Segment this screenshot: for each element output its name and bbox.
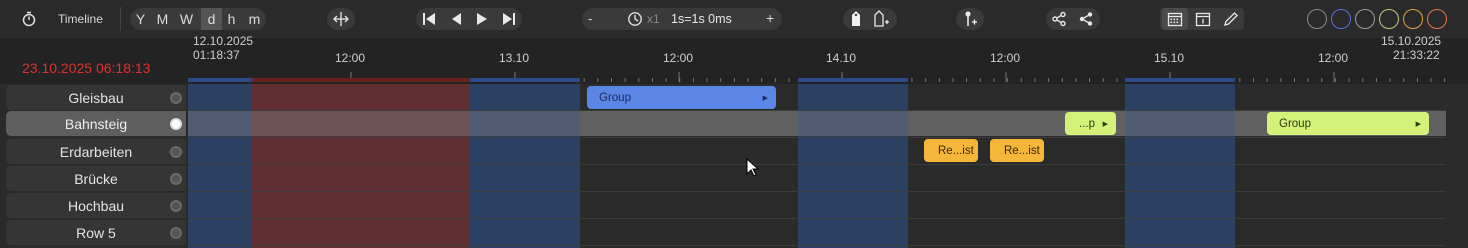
pin-add-icon[interactable] (959, 7, 981, 31)
share-icon[interactable] (1048, 7, 1070, 31)
tick-label: 12:00 (1318, 51, 1349, 65)
current-time: 23.10.2025 06:18:13 (22, 60, 151, 76)
row-visibility-toggle[interactable] (170, 227, 182, 239)
zoom-hour-button[interactable]: h (221, 8, 242, 30)
row-visibility-toggle[interactable] (170, 118, 182, 130)
pencil-icon[interactable] (1220, 7, 1242, 31)
color-circle-4[interactable] (1379, 9, 1399, 29)
selection-strip (252, 78, 470, 82)
zoom-minute-button[interactable]: m (244, 8, 265, 30)
row-label: Brücke (6, 166, 186, 191)
row-visibility-toggle[interactable] (170, 200, 182, 212)
clock-icon (624, 7, 646, 31)
color-circle-1[interactable] (1307, 9, 1327, 29)
item-label: Group (1279, 117, 1311, 130)
mouse-cursor-icon (746, 158, 760, 177)
tag-icon[interactable] (845, 7, 867, 31)
item-label: ...p (1079, 117, 1095, 130)
highlight-band (252, 84, 470, 248)
row-label: Erdarbeiten (6, 139, 186, 164)
expand-arrow-icon[interactable]: ▶ (763, 94, 768, 102)
weekend-band (188, 84, 252, 248)
zoom-day-button[interactable]: d (201, 8, 222, 30)
share-add-icon[interactable] (1075, 7, 1097, 31)
range-end-date: 15.10.2025 (1381, 34, 1442, 48)
zoom-week-button[interactable]: W (176, 8, 197, 30)
row-label: Gleisbau (6, 85, 186, 110)
zoom-month-button[interactable]: M (152, 8, 173, 30)
item-label: Group (599, 91, 631, 104)
color-circle-5[interactable] (1403, 9, 1423, 29)
range-start-time: 01:18:37 (193, 48, 240, 62)
range-start-date: 12.10.2025 (193, 34, 254, 48)
row-divider (188, 218, 1446, 219)
color-circle-2[interactable] (1331, 9, 1351, 29)
speed-decrease-button[interactable]: - (588, 11, 592, 26)
step-back-icon[interactable] (445, 7, 467, 31)
color-circle-6[interactable] (1427, 9, 1447, 29)
timeline-item-group-truncated[interactable]: ...p ▶ (1065, 112, 1116, 135)
timeline-item[interactable]: Re...ist (924, 139, 978, 162)
weekend-band (798, 84, 908, 248)
range-end-time: 21:33:22 (1393, 48, 1440, 62)
color-circle-3[interactable] (1355, 9, 1375, 29)
row-divider (188, 164, 1446, 165)
timeline-label: Timeline (58, 12, 103, 26)
toolbar: Timeline Y M W d h m - x1 1s=1s 0ms + (0, 0, 1468, 38)
tick-label: 15.10 (1154, 51, 1185, 65)
selected-row-highlight (188, 111, 1446, 136)
calendar-icon[interactable] (1192, 7, 1214, 31)
row-label: Hochbau (6, 193, 186, 218)
row-divider (188, 245, 1446, 246)
weekend-band (1125, 84, 1235, 248)
row-divider (188, 191, 1446, 192)
row-divider (188, 110, 1446, 111)
tick-label: 14.10 (826, 51, 857, 65)
speed-increase-button[interactable]: + (766, 10, 774, 26)
timeline-item-group[interactable]: Group ▶ (1267, 112, 1429, 135)
tick-label: 13.10 (499, 51, 530, 65)
day-strip (470, 78, 580, 82)
item-label: Re...ist (938, 144, 974, 157)
day-strip (188, 78, 252, 82)
row-divider (188, 137, 1446, 138)
day-strip (798, 78, 908, 82)
expand-arrow-icon[interactable]: ▶ (1103, 120, 1108, 128)
tick-label: 12:00 (990, 51, 1021, 65)
tick-label: 12:00 (663, 51, 694, 65)
item-label: Re...ist (1004, 144, 1040, 157)
skip-start-icon[interactable] (418, 7, 440, 31)
stopwatch-icon[interactable] (18, 7, 40, 31)
speed-multiplier: x1 (647, 12, 660, 26)
day-strip (1125, 78, 1235, 82)
tag-add-icon[interactable] (870, 7, 892, 31)
weekend-band (470, 84, 580, 248)
speed-value: 1s=1s 0ms (671, 12, 732, 26)
tick-label: 12:00 (335, 51, 366, 65)
timeline-item-group[interactable]: Group ▶ (587, 86, 776, 109)
row-label: Row 5 (6, 220, 186, 245)
skip-end-icon[interactable] (498, 7, 520, 31)
calendar-grid-icon[interactable] (1164, 7, 1186, 31)
fit-width-icon[interactable] (330, 7, 352, 31)
timeline-item[interactable]: Re...ist (990, 139, 1044, 162)
zoom-year-button[interactable]: Y (130, 8, 151, 30)
row-visibility-toggle[interactable] (170, 173, 182, 185)
expand-arrow-icon[interactable]: ▶ (1416, 120, 1421, 128)
row-visibility-toggle[interactable] (170, 146, 182, 158)
row-label: Bahnsteig (6, 111, 186, 136)
play-icon[interactable] (471, 7, 493, 31)
separator (120, 7, 121, 31)
row-visibility-toggle[interactable] (170, 92, 182, 104)
